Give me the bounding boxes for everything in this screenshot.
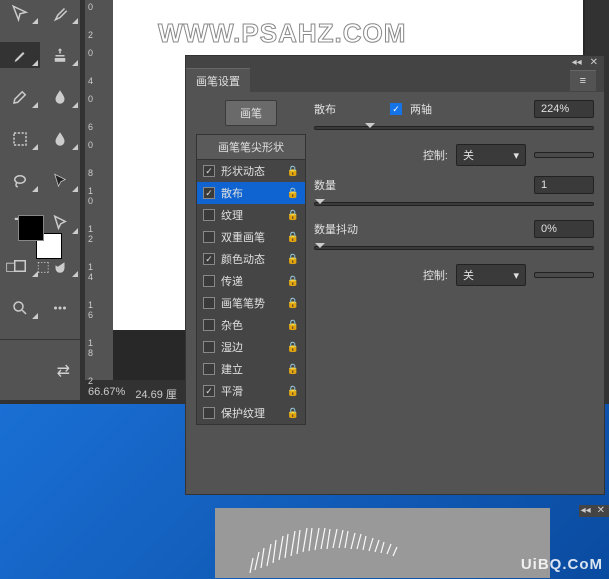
option-transfer[interactable]: 传递🔒: [197, 270, 305, 292]
checkbox[interactable]: [203, 385, 215, 397]
brush-preview: [215, 508, 550, 578]
lock-icon[interactable]: 🔒: [287, 342, 299, 353]
brush-tip-shape[interactable]: 画笔笔尖形状: [197, 135, 305, 160]
brush-tool[interactable]: [0, 42, 40, 68]
scatter-label: 散布: [314, 101, 344, 117]
checkbox[interactable]: [203, 209, 215, 221]
chevron-down-icon: ▾: [513, 149, 519, 162]
close-icon[interactable]: ✕: [590, 57, 598, 68]
lasso-tool[interactable]: [0, 168, 40, 194]
lock-icon[interactable]: 🔒: [287, 364, 299, 375]
lock-icon[interactable]: 🔒: [287, 188, 299, 199]
scatter-settings: 散布 两轴 224% 控制: 关▾ 数量 1 数量抖动 0%: [314, 100, 594, 425]
zoom-level[interactable]: 66.67%: [88, 386, 125, 404]
control2-value-box: [534, 272, 594, 278]
checkbox[interactable]: [203, 187, 215, 199]
eyedropper-tool[interactable]: [40, 0, 80, 26]
lock-icon[interactable]: 🔒: [287, 254, 299, 265]
lock-icon[interactable]: 🔒: [287, 408, 299, 419]
checkbox[interactable]: [203, 275, 215, 287]
checkbox[interactable]: [203, 231, 215, 243]
both-axes-checkbox[interactable]: [390, 103, 402, 115]
panel-menu-icon[interactable]: ≡: [570, 70, 596, 91]
count-jitter-slider[interactable]: [314, 246, 594, 250]
lock-icon[interactable]: 🔒: [287, 386, 299, 397]
checkbox[interactable]: [203, 165, 215, 177]
count-slider[interactable]: [314, 202, 594, 206]
scatter-slider[interactable]: [314, 126, 594, 130]
panel-titlebar: ◂◂ ✕: [186, 56, 604, 68]
swap-colors-icon[interactable]: ⇄: [0, 358, 80, 384]
lock-icon[interactable]: 🔒: [287, 320, 299, 331]
checkbox[interactable]: [203, 253, 215, 265]
count-jitter-label: 数量抖动: [314, 221, 358, 237]
doc-dimensions: 24.69 厘: [135, 386, 177, 404]
lock-icon[interactable]: 🔒: [287, 298, 299, 309]
mini-panel-titlebar: ◂◂ ✕: [579, 505, 609, 517]
zoom-tool[interactable]: [0, 295, 40, 321]
option-dual-brush[interactable]: 双重画笔🔒: [197, 226, 305, 248]
scatter-value[interactable]: 224%: [534, 100, 594, 118]
count-label: 数量: [314, 177, 344, 193]
option-wet-edges[interactable]: 湿边🔒: [197, 336, 305, 358]
more-tools[interactable]: [40, 295, 80, 321]
blur-tool[interactable]: [40, 84, 80, 110]
control2-label: 控制:: [423, 267, 448, 283]
checkbox[interactable]: [203, 363, 215, 375]
path-select-tool[interactable]: [40, 168, 80, 194]
pen-alt-tool[interactable]: [0, 84, 40, 110]
count-value[interactable]: 1: [534, 176, 594, 194]
lock-icon[interactable]: 🔒: [287, 276, 299, 287]
status-bar: 66.67% 24.69 厘: [85, 386, 177, 404]
control-dropdown[interactable]: 关▾: [456, 144, 526, 166]
checkbox[interactable]: [203, 341, 215, 353]
move-tool[interactable]: [0, 0, 40, 26]
clone-stamp-tool[interactable]: [40, 42, 80, 68]
lock-icon[interactable]: 🔒: [287, 210, 299, 221]
brush-settings-panel: ◂◂ ✕ 画笔设置 ≡ 画笔 画笔笔尖形状 形状动态🔒 散布🔒 纹理🔒 双重画笔…: [185, 55, 605, 495]
count-jitter-value[interactable]: 0%: [534, 220, 594, 238]
option-build-up[interactable]: 建立🔒: [197, 358, 305, 380]
marquee-tool[interactable]: [0, 126, 40, 152]
checkbox[interactable]: [203, 407, 215, 419]
control-value-box: [534, 152, 594, 158]
fg-color-swatch[interactable]: [18, 215, 44, 241]
lock-icon[interactable]: 🔒: [287, 166, 299, 177]
screen-mode-icon[interactable]: ⬚: [37, 258, 50, 275]
option-scattering[interactable]: 散布🔒: [197, 182, 305, 204]
panel-tab-brush-settings[interactable]: 画笔设置: [186, 68, 250, 93]
option-texture[interactable]: 纹理🔒: [197, 204, 305, 226]
option-smoothing[interactable]: 平滑🔒: [197, 380, 305, 402]
vertical-ruler: 02 04 06 08 10 12 14 16 18 2: [85, 0, 113, 380]
control-label: 控制:: [423, 147, 448, 163]
brush-presets-button[interactable]: 画笔: [225, 100, 277, 126]
lock-icon[interactable]: 🔒: [287, 232, 299, 243]
both-axes-label: 两轴: [410, 101, 432, 117]
option-protect-texture[interactable]: 保护纹理🔒: [197, 402, 305, 424]
option-shape-dynamics[interactable]: 形状动态🔒: [197, 160, 305, 182]
checkbox[interactable]: [203, 319, 215, 331]
canvas-watermark: WWW.PSAHZ.COM: [158, 18, 406, 49]
checkbox[interactable]: [203, 297, 215, 309]
close-icon[interactable]: ✕: [597, 505, 605, 517]
footer-watermark: UiBQ.CoM: [521, 556, 603, 573]
chevron-down-icon: ▾: [513, 269, 519, 282]
control2-dropdown[interactable]: 关▾: [456, 264, 526, 286]
collapse-icon[interactable]: ◂◂: [581, 505, 591, 517]
option-color-dynamics[interactable]: 颜色动态🔒: [197, 248, 305, 270]
collapse-icon[interactable]: ◂◂: [572, 57, 582, 68]
quick-mask-icon[interactable]: ◻: [5, 258, 17, 275]
bucket-tool[interactable]: [40, 126, 80, 152]
tools-panel: ⇄: [0, 0, 80, 400]
color-swatches: [18, 215, 68, 260]
brush-options-list: 画笔笔尖形状 形状动态🔒 散布🔒 纹理🔒 双重画笔🔒 颜色动态🔒 传递🔒 画笔笔…: [196, 134, 306, 425]
option-noise[interactable]: 杂色🔒: [197, 314, 305, 336]
option-brush-pose[interactable]: 画笔笔势🔒: [197, 292, 305, 314]
